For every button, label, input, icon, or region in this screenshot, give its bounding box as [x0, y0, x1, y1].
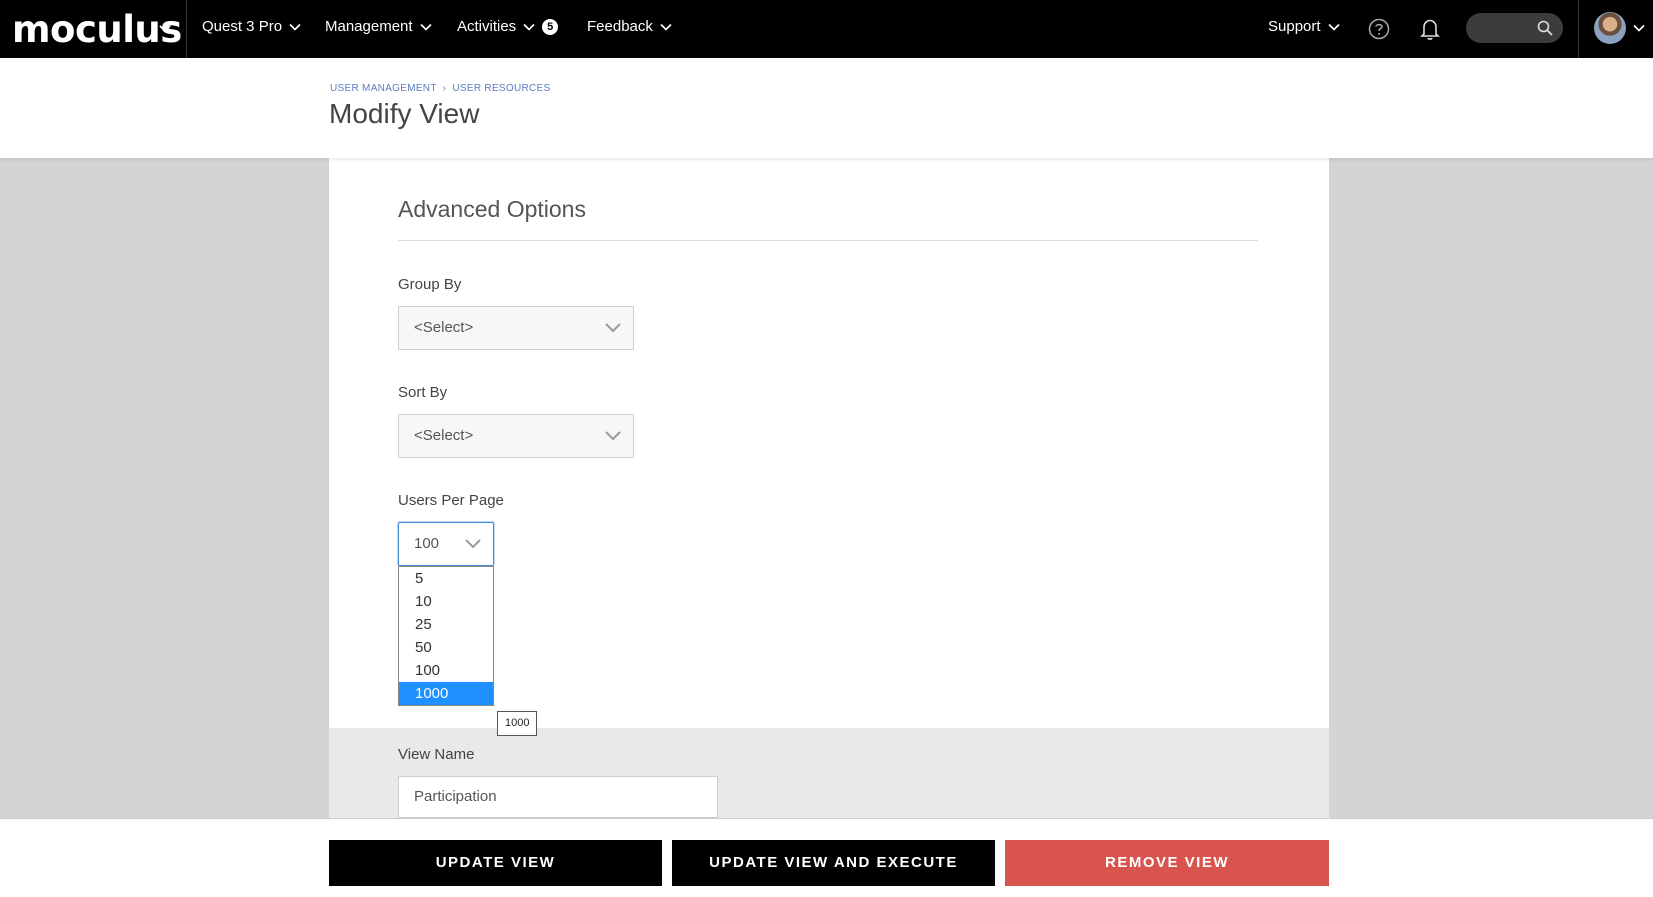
divider: [398, 240, 1258, 241]
view-name-input[interactable]: Participation: [398, 776, 718, 818]
update-view-button[interactable]: UPDATE VIEW: [329, 840, 662, 886]
view-name-label: View Name: [398, 746, 475, 763]
breadcrumb-item-user-management[interactable]: USER MANAGEMENT: [330, 83, 437, 94]
group-by-value: <Select>: [414, 319, 474, 336]
chevron-down-icon: [523, 23, 535, 31]
notification-badge: 5: [542, 18, 559, 35]
view-name-section: View Name Participation: [329, 728, 1329, 818]
logo[interactable]: moculus: [12, 8, 182, 51]
search-input[interactable]: [1466, 13, 1563, 43]
nav-divider: [186, 0, 187, 58]
page-header: USER MANAGEMENT › USER RESOURCES Modify …: [0, 58, 1653, 158]
nav-item-label: Quest 3 Pro: [202, 18, 283, 35]
option-25[interactable]: 25: [399, 613, 493, 636]
chevron-down-icon[interactable]: [158, 22, 172, 36]
section-title: Advanced Options: [398, 196, 586, 222]
option-1000[interactable]: 1000: [399, 682, 493, 705]
users-per-page-select[interactable]: 100: [398, 522, 494, 566]
nav-item-management[interactable]: Management: [325, 18, 432, 35]
users-per-page-options: 5 10 25 50 100 1000: [398, 566, 494, 706]
option-50[interactable]: 50: [399, 636, 493, 659]
update-view-and-execute-button[interactable]: UPDATE VIEW AND EXECUTE: [672, 840, 995, 886]
chevron-down-icon[interactable]: [1633, 22, 1645, 34]
search-icon[interactable]: [1537, 20, 1553, 36]
nav-item-label: Support: [1268, 18, 1321, 35]
group-by-select[interactable]: <Select>: [398, 306, 634, 350]
nav-item-product[interactable]: Quest 3 Pro: [202, 18, 301, 35]
breadcrumb: USER MANAGEMENT › USER RESOURCES: [330, 83, 550, 94]
chevron-down-icon: [660, 23, 672, 31]
users-per-page-value: 100: [414, 535, 440, 552]
sort-by-label: Sort By: [398, 384, 448, 401]
option-10[interactable]: 10: [399, 590, 493, 613]
option-tooltip: 1000: [497, 711, 538, 736]
bell-icon[interactable]: [1419, 17, 1441, 41]
remove-view-button[interactable]: REMOVE VIEW: [1005, 840, 1329, 886]
sort-by-select[interactable]: <Select>: [398, 414, 634, 458]
page-title: Modify View: [329, 98, 480, 129]
breadcrumb-item-user-resources[interactable]: USER RESOURCES: [452, 83, 550, 94]
option-100[interactable]: 100: [399, 659, 493, 682]
nav-item-label: Activities: [457, 18, 517, 35]
option-5[interactable]: 5: [399, 567, 493, 590]
chevron-down-icon: [605, 431, 621, 441]
sort-by-value: <Select>: [414, 427, 474, 444]
chevron-down-icon: [419, 23, 432, 31]
chevron-down-icon: [289, 23, 301, 31]
help-icon[interactable]: [1368, 18, 1390, 40]
group-by-label: Group By: [398, 276, 462, 293]
chevron-down-icon: [1327, 23, 1340, 31]
avatar[interactable]: [1594, 12, 1626, 44]
nav-item-activities[interactable]: Activities 5: [457, 18, 559, 35]
action-footer: UPDATE VIEW UPDATE VIEW AND EXECUTE REMO…: [0, 818, 1653, 897]
nav-item-support[interactable]: Support: [1268, 18, 1340, 35]
nav-item-label: Feedback: [587, 18, 653, 35]
breadcrumb-separator-icon: ›: [442, 83, 447, 94]
nav-item-feedback[interactable]: Feedback: [587, 18, 672, 35]
top-navigation: moculus Quest 3 Pro Management Activitie…: [0, 0, 1653, 58]
users-per-page-label: Users Per Page: [398, 492, 504, 509]
nav-divider: [1578, 0, 1579, 58]
chevron-down-icon: [465, 539, 481, 549]
chevron-down-icon: [605, 323, 621, 333]
nav-item-label: Management: [325, 18, 413, 35]
